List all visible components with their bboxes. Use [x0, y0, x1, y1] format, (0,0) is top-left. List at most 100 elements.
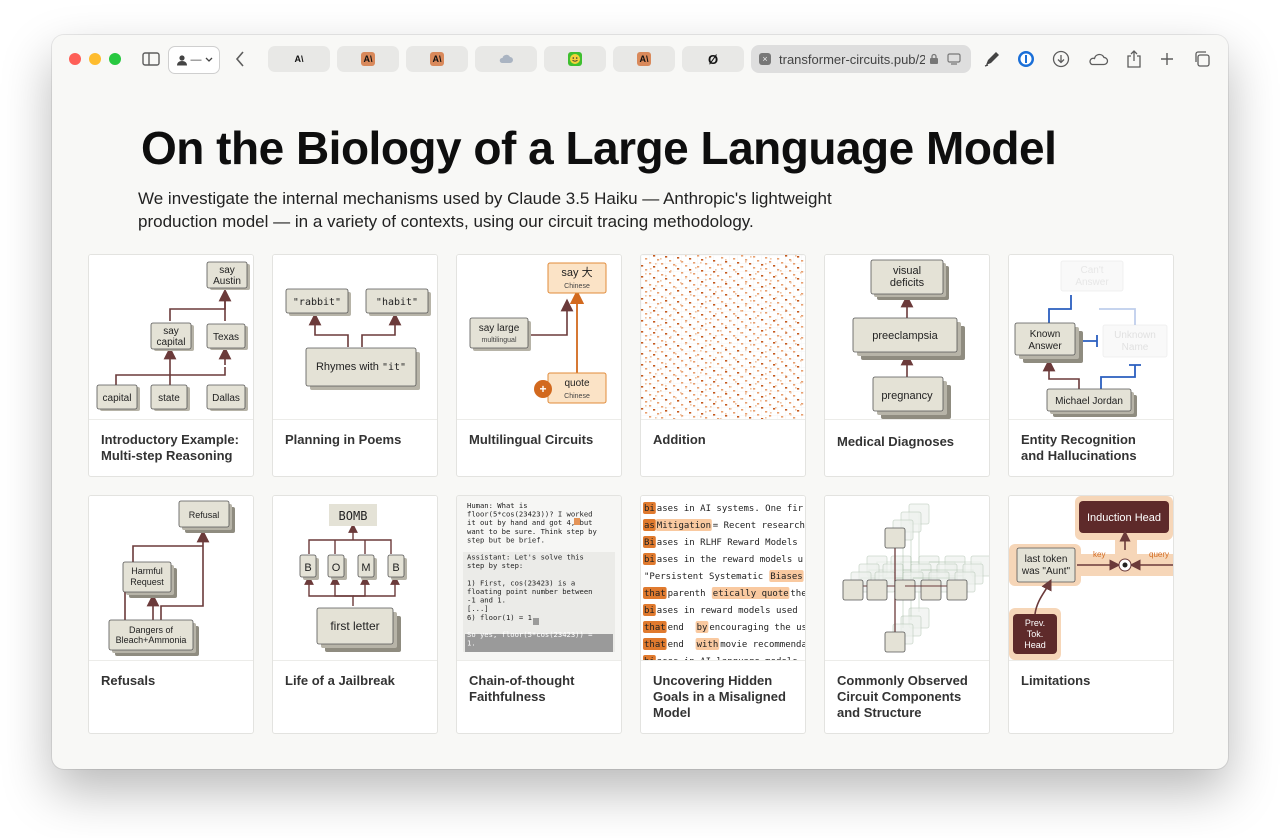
addition-dot — [740, 376, 742, 378]
addition-dot — [745, 261, 747, 263]
minimize-window-button[interactable] — [89, 53, 101, 65]
token-row: that end by encouraging the us — [643, 621, 805, 633]
addition-dot — [649, 306, 652, 308]
card-multilingual[interactable]: say 大 Chinese say large multilingual quo… — [456, 254, 622, 477]
addition-dot — [760, 312, 762, 314]
token-row: Bi ases in RLHF Reward Models — [643, 536, 798, 548]
addition-dot — [693, 361, 696, 363]
addition-dot — [677, 334, 680, 336]
tab-4[interactable] — [475, 46, 537, 72]
card-addition[interactable]: Addition — [640, 254, 806, 477]
addition-dot — [665, 333, 668, 335]
addition-dot — [645, 346, 648, 348]
addition-dot — [649, 262, 652, 264]
prev-tok-line3: Head — [1024, 640, 1046, 650]
addition-dot — [777, 302, 780, 304]
addition-dot — [733, 368, 736, 370]
addition-dot — [785, 331, 787, 333]
addition-dot — [773, 320, 776, 322]
back-button[interactable] — [232, 47, 248, 71]
known-answer-line2: Answer — [1028, 341, 1062, 352]
induction-head-label: Induction Head — [1087, 512, 1161, 524]
addition-dot — [645, 383, 647, 385]
card-hidden-goals[interactable]: bi ases in AI systems. One fir as Mitigatio… — [640, 495, 806, 734]
address-bar[interactable]: × transformer-circuits.pub/2 — [751, 45, 971, 73]
addition-dot — [669, 304, 672, 306]
zoom-window-button[interactable] — [109, 53, 121, 65]
tab-overview-icon[interactable] — [1192, 47, 1212, 71]
downloads-icon[interactable] — [1051, 47, 1071, 71]
tab-3[interactable]: A\ — [406, 46, 468, 72]
card-jailbreak[interactable]: BOMB B O M B first letter Life of a Jail… — [272, 495, 438, 734]
addition-dot — [690, 316, 692, 318]
card-limitations[interactable]: Induction Head key query last token was … — [1008, 495, 1174, 734]
sidebar-toggle-icon[interactable] — [140, 47, 162, 71]
addition-dot — [765, 389, 768, 391]
addition-dot — [781, 416, 784, 418]
addition-dot — [693, 339, 696, 341]
new-tab-icon[interactable] — [1158, 47, 1176, 71]
card-refusals[interactable]: Refusal Harmful Request Dangers of Bleac… — [88, 495, 254, 734]
pen-extension-icon[interactable] — [982, 47, 1002, 71]
addition-dot — [745, 281, 748, 283]
addition-dot — [749, 351, 752, 353]
token-text: end — [668, 640, 684, 650]
share-icon[interactable] — [1124, 47, 1144, 71]
reader-icon[interactable] — [947, 53, 961, 65]
addition-dot — [745, 413, 748, 415]
addition-dot — [677, 301, 680, 303]
addition-dot — [725, 281, 727, 283]
tab-7[interactable]: Ø — [682, 46, 744, 72]
card-multistep-reasoning[interactable]: say Austin say capital Texas capital sta… — [88, 254, 254, 477]
addition-dot — [653, 288, 656, 290]
addition-dot — [773, 287, 776, 289]
letter-m: M — [361, 562, 370, 574]
addition-dot — [677, 400, 680, 402]
tab-1[interactable]: A\ — [268, 46, 330, 72]
password-manager-icon[interactable] — [1016, 47, 1036, 71]
pregnancy-label: pregnancy — [881, 390, 933, 402]
addition-dot — [793, 340, 796, 342]
addition-dot — [765, 290, 768, 292]
site-favicon: × — [759, 53, 771, 65]
card-circuit-components[interactable]: Commonly Observed Circuit Components and… — [824, 495, 990, 734]
addition-dot — [685, 365, 687, 367]
card-planning-poems[interactable]: "rabbit" "habit" Rhymes with "it" Planni… — [272, 254, 438, 477]
addition-dot — [681, 272, 684, 274]
addition-dot — [641, 287, 644, 289]
addition-dot — [741, 409, 744, 411]
addition-dot — [789, 314, 792, 316]
addition-dot — [755, 383, 757, 385]
card-chain-of-thought[interactable]: Human: What is floor(5*cos(23423))? I wor… — [456, 495, 622, 734]
addition-dot — [653, 376, 656, 378]
tab-6[interactable]: A\ — [613, 46, 675, 72]
addition-dot — [725, 347, 727, 349]
addition-dot — [701, 281, 704, 283]
addition-dot — [665, 322, 668, 324]
addition-dot — [795, 277, 797, 279]
profile-switcher-button[interactable]: — — [168, 46, 220, 74]
card-medical[interactable]: visual deficits preeclampsia pregnancy M… — [824, 254, 990, 477]
addition-dot — [705, 263, 708, 265]
addition-dot — [641, 276, 644, 278]
close-window-button[interactable] — [69, 53, 81, 65]
addition-dot — [657, 281, 660, 283]
chinese-bottom-label: Chinese — [564, 393, 590, 400]
addition-dot — [673, 286, 676, 288]
addition-dot — [793, 373, 796, 375]
addition-dot — [697, 376, 700, 378]
addition-dot — [741, 387, 744, 389]
addition-dot — [715, 291, 717, 293]
addition-dot — [785, 353, 787, 355]
addition-dot — [665, 256, 668, 258]
tab-5[interactable] — [544, 46, 606, 72]
card-entity-recognition[interactable]: Can't Answer Known Answer Unknown Name M… — [1008, 254, 1174, 477]
addition-dot — [777, 258, 780, 260]
addition-dot — [673, 418, 676, 419]
addition-dot — [715, 357, 717, 359]
addition-dot — [709, 256, 712, 258]
tab-2[interactable]: A\ — [337, 46, 399, 72]
card-thumbnail: visual deficits preeclampsia pregnancy — [825, 255, 989, 420]
addition-dot — [773, 342, 776, 344]
icloud-icon[interactable] — [1086, 47, 1110, 71]
